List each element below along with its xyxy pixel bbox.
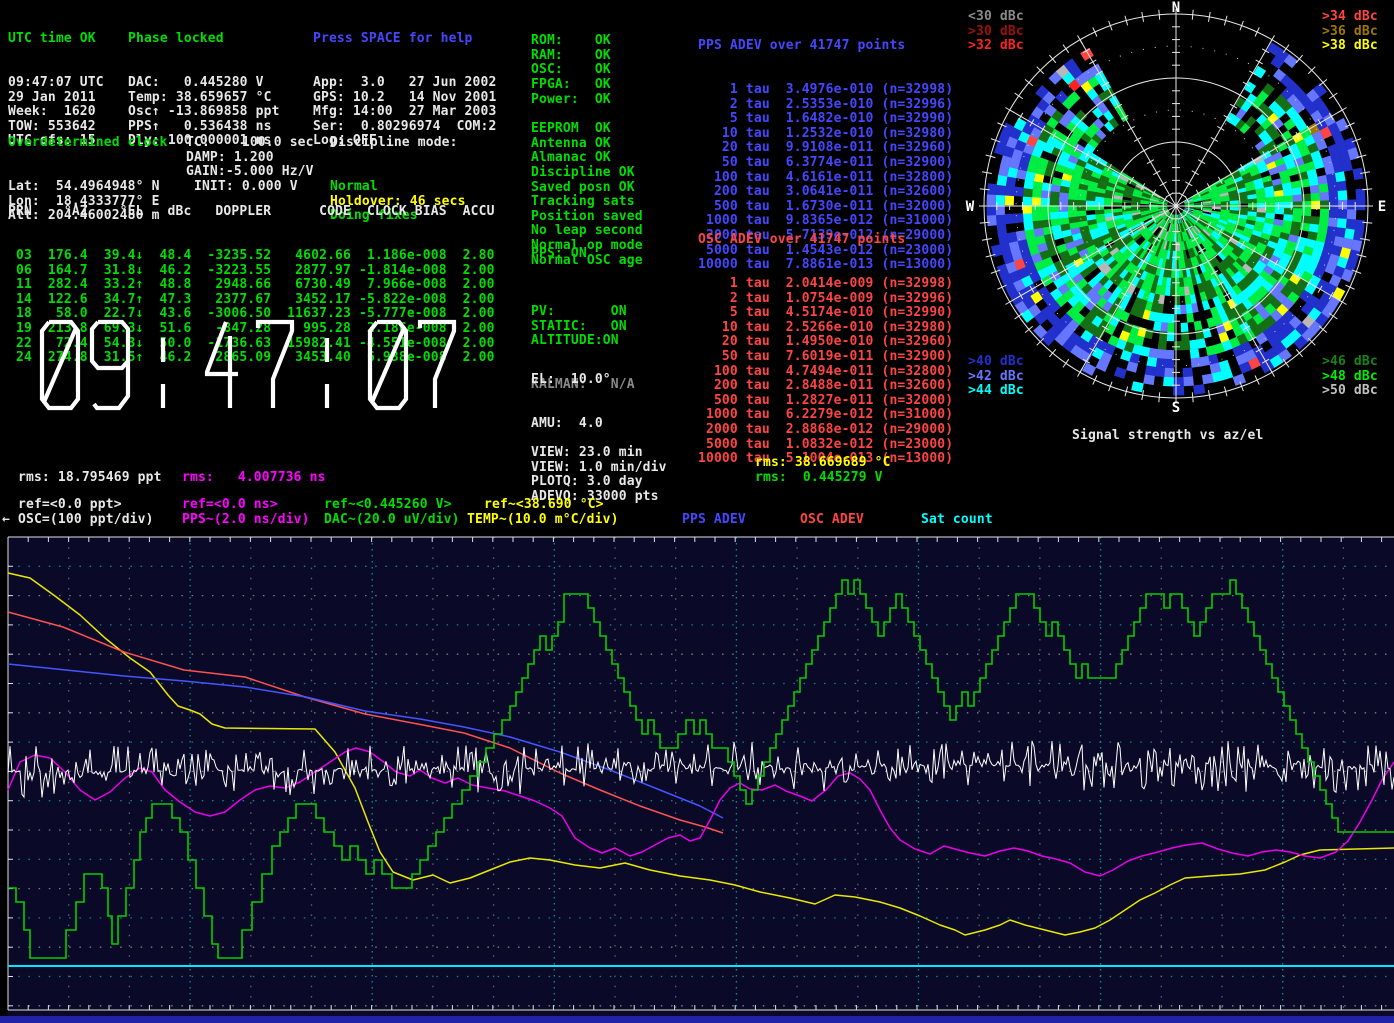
adev-row: 1000 tau 6.2279e-012 (n=31000) — [698, 408, 953, 423]
elevation-mask: EL: 10.0° — [531, 373, 611, 388]
adev-row: 10 tau 1.2532e-010 (n=32980) — [698, 127, 953, 142]
legend-entry: >36 dBc — [1322, 25, 1378, 40]
adev-row: 2 tau 2.5353e-010 (n=32996) — [698, 98, 953, 113]
discipline-title: Discipline mode: — [330, 136, 466, 151]
pps-adev-title: PPS ADEV over 41747 points — [698, 39, 953, 54]
receiver-mode-title: Overdetermined clock — [8, 136, 168, 151]
legend-ne: >34 dBc>36 dBc>38 dBc — [1322, 10, 1378, 54]
utc-status-title: UTC time OK — [8, 32, 104, 47]
adev-row: 200 tau 2.8488e-011 (n=32600) — [698, 379, 953, 394]
legend-entry: >34 dBc — [1322, 10, 1378, 25]
pps-status: PPS: ON — [531, 247, 587, 262]
scale-temp: TEMP~(10.0 m°C/div) — [467, 513, 619, 528]
adev-row: 10 tau 2.5266e-010 (n=32980) — [698, 321, 953, 336]
sat-table-header: PRN °AZ °EL dBc DOPPLER CODE CLOCK BIAS … — [8, 205, 495, 220]
rms-dac: rms: 0.445279 V — [755, 471, 883, 486]
legend-entry: >32 dBc — [968, 39, 1024, 54]
rms-pps: rms: 4.007736 ns — [182, 471, 326, 486]
fix-flags-lines: PV: ONSTATIC: ONALTITUDE:ON — [531, 305, 635, 349]
help-title: Press SPACE for help — [313, 32, 496, 47]
ref-osc: ref=<0.0 ppt> — [18, 498, 122, 513]
osc-adev-rows: 1 tau 2.0414e-009 (n=32998) 2 tau 1.0754… — [698, 277, 953, 467]
scale-pps: PPS~(2.0 ns/div) — [182, 513, 310, 528]
legend-nw: <30 dBc>30 dBc>32 dBc — [968, 10, 1024, 54]
rms-osc: rms: 18.795469 ppt — [18, 471, 162, 486]
legend-entry: >30 dBc — [968, 25, 1024, 40]
legend-entry: >44 dBc — [968, 384, 1024, 399]
sat-row: 11 282.4 33.2↑ 48.8 2948.66 6730.49 7.96… — [8, 278, 495, 293]
label-pps-adev: PPS ADEV — [682, 513, 746, 528]
rms-temp: rms: 38.669689 °C — [755, 456, 891, 471]
adev-row: 5000 tau 1.0832e-012 (n=23000) — [698, 438, 953, 453]
adev-row: 50 tau 6.3774e-011 (n=32900) — [698, 156, 953, 171]
adev-row: 50 tau 7.6019e-011 (n=32900) — [698, 350, 953, 365]
health-block: EEPROM OKAntenna OKAlmanac OKDiscipline … — [531, 93, 643, 297]
legend-sw: >40 dBc>42 dBc>44 dBc — [968, 355, 1024, 399]
adev-row: 1 tau 2.0414e-009 (n=32998) — [698, 277, 953, 292]
adev-row: 100 tau 4.7494e-011 (n=32800) — [698, 365, 953, 380]
label-sat-count: Sat count — [921, 513, 993, 528]
adev-row: 500 tau 1.2827e-011 (n=32000) — [698, 394, 953, 409]
adev-row: 200 tau 3.0641e-011 (n=32600) — [698, 185, 953, 200]
ref-temp: ref~<38.690 °C> — [484, 498, 604, 513]
sat-row: 06 164.7 31.8↓ 46.2 -3223.55 2877.97 -1.… — [8, 264, 495, 279]
compass-w: W — [966, 199, 975, 215]
phase-title: Phase locked — [128, 32, 280, 47]
scale-dac: DAC~(20.0 uV/div) — [324, 513, 460, 528]
scale-osc: OSC=(100 ppt/div) — [18, 513, 154, 528]
sat-row: 14 122.6 34.7↑ 47.3 2377.67 3452.17 -5.8… — [8, 293, 495, 308]
legend-entry: >38 dBc — [1322, 39, 1378, 54]
adev-row: 1 tau 3.4976e-010 (n=32998) — [698, 83, 953, 98]
adev-row: 2000 tau 2.8868e-012 (n=29000) — [698, 423, 953, 438]
history-plot[interactable] — [0, 528, 1394, 1023]
scroll-left-arrow-icon[interactable]: ← — [2, 513, 10, 528]
legend-entry: >46 dBc — [1322, 355, 1378, 370]
polar-title: Signal strength vs az/el — [1072, 429, 1263, 444]
adev-row: 20 tau 1.4950e-010 (n=32960) — [698, 335, 953, 350]
legend-entry: >42 dBc — [968, 370, 1024, 385]
legend-se: >46 dBc>48 dBc>50 dBc — [1322, 355, 1378, 399]
adev-row: 2 tau 1.0754e-009 (n=32996) — [698, 292, 953, 307]
adev-row: 5 tau 4.5174e-010 (n=32990) — [698, 306, 953, 321]
label-osc-adev: OSC ADEV — [800, 513, 864, 528]
view-lines: VIEW: 23.0 minVIEW: 1.0 min/divPLOTQ: 3.… — [531, 446, 667, 504]
legend-entry: >50 dBc — [1322, 384, 1378, 399]
compass-n: N — [1172, 0, 1181, 16]
ref-dac: ref~<0.445260 V> — [324, 498, 452, 513]
ref-pps: ref=<0.0 ns> — [182, 498, 278, 513]
adev-row: 5 tau 1.6482e-010 (n=32990) — [698, 112, 953, 127]
legend-entry: <30 dBc — [968, 10, 1024, 25]
osc-adev-table: OSC ADEV over 41747 points 1 tau 2.0414e… — [698, 204, 953, 496]
legend-entry: >40 dBc — [968, 355, 1024, 370]
compass-s: S — [1172, 400, 1181, 416]
big-digital-clock — [8, 312, 508, 428]
compass-e: E — [1378, 199, 1387, 215]
osc-adev-title: OSC ADEV over 41747 points — [698, 233, 953, 248]
sat-row: 03 176.4 39.4↓ 48.4 -3235.52 4602.66 1.1… — [8, 249, 495, 264]
adev-row: 100 tau 4.6161e-011 (n=32800) — [698, 171, 953, 186]
adev-row: 20 tau 9.9108e-011 (n=32960) — [698, 141, 953, 156]
lady-heather-screen: UTC time OK 09:47:07 UTC29 Jan 2011Week:… — [0, 0, 1394, 1023]
legend-entry: >48 dBc — [1322, 370, 1378, 385]
